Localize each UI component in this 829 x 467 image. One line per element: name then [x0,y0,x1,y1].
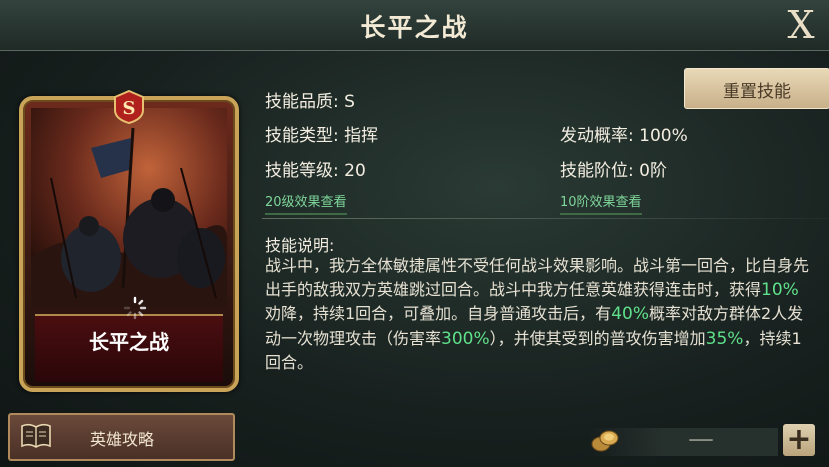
book-icon [21,423,51,448]
battle-artwork [31,108,227,308]
skill-rank-label: 技能阶位: [560,161,634,181]
skill-quality-label: 技能品质: [265,92,339,112]
level-effects-link[interactable]: 20级效果查看 [265,191,347,215]
description-value-4: 35% [705,328,744,349]
plus-icon: + [786,422,812,457]
description-value-1: 10% [761,279,799,300]
description-text-1: 战斗中，我方全体敏捷属性不受任何战斗效果影响。战斗第一回合，比自身先出手的敌我双… [265,256,810,299]
coins-icon [591,430,619,452]
loading-spinner-icon [123,296,147,320]
title-bar: 长平之战 X [0,0,829,51]
decrease-button[interactable]: — [688,424,714,454]
description-title: 技能说明: [265,236,335,255]
rank-effects-link[interactable]: 10阶效果查看 [560,191,642,215]
skill-level-value: 20 [344,161,366,181]
skill-level: 技能等级: 20 [265,156,366,181]
close-button[interactable]: X [781,4,821,46]
section-divider [262,218,829,219]
skill-type-value: 指挥 [344,126,379,146]
skill-type: 技能类型: 指挥 [265,121,378,146]
reset-skill-button[interactable]: 重置技能 [684,68,829,109]
skill-level-label: 技能等级: [265,161,339,181]
skill-card: 长平之战 S [19,90,239,392]
skill-description: 战斗中，我方全体敏捷属性不受任何战斗效果影响。战斗第一回合，比自身先出手的敌我双… [265,254,813,375]
skill-rank: 技能阶位: 0阶 [560,156,667,181]
trigger-rate: 发动概率: 100% [560,121,688,146]
description-value-3: 300% [441,328,490,349]
grade-badge-label: S [123,98,136,119]
description-text-2: 劝降，持续1回合，可叠加。自身普通攻击后，有 [265,304,612,323]
description-text-4: ），并使其受到的普攻伤害增加 [489,328,706,348]
card-frame: 长平之战 [19,96,239,392]
hero-guide-button[interactable]: 英雄攻略 [8,413,235,461]
card-name: 长平之战 [89,330,169,354]
hero-guide-label: 英雄攻略 [90,430,155,449]
trigger-rate-label: 发动概率: [560,126,634,146]
skill-rank-value: 0阶 [639,161,667,181]
grade-badge-icon: S [114,90,144,124]
description-value-2: 40% [611,304,649,324]
skill-quality: 技能品质: S [265,87,355,112]
reset-skill-label: 重置技能 [723,82,791,102]
skill-quality-value: S [344,92,355,112]
trigger-rate-value: 100% [639,126,688,146]
page-title: 长平之战 [360,13,469,42]
skill-type-label: 技能类型: [265,126,339,146]
increase-button[interactable]: + [783,422,815,457]
